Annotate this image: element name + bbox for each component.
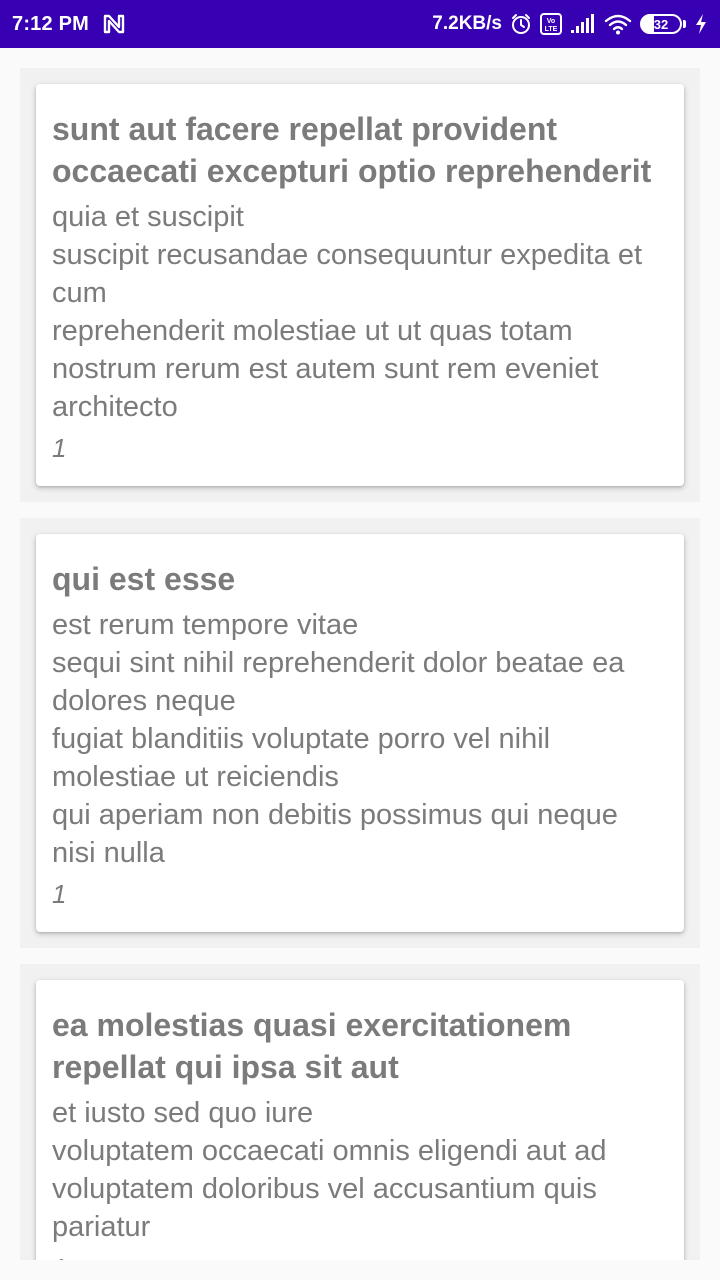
- post-card[interactable]: qui est esse est rerum tempore vitae seq…: [36, 534, 684, 932]
- app-notification-n-icon: [103, 14, 125, 34]
- status-bar: 7:12 PM 7.2KB/s Vo LTE 32: [0, 0, 720, 48]
- post-body: quia et suscipit suscipit recusandae con…: [52, 201, 643, 423]
- list-item[interactable]: sunt aut facere repellat provident occae…: [20, 68, 700, 502]
- alarm-icon: [510, 13, 532, 35]
- volte-icon: Vo LTE: [540, 13, 562, 35]
- charging-icon: [694, 13, 708, 35]
- battery-level: 32: [640, 14, 682, 34]
- wifi-icon: [604, 13, 632, 35]
- svg-text:Vo: Vo: [547, 18, 555, 25]
- post-title: qui est esse: [52, 561, 236, 597]
- post-body: et iusto sed quo iure voluptatem occaeca…: [52, 1097, 607, 1243]
- bottom-edge: [0, 1260, 720, 1280]
- list-item[interactable]: ea molestias quasi exercitationem repell…: [20, 964, 700, 1260]
- post-card[interactable]: ea molestias quasi exercitationem repell…: [36, 980, 684, 1260]
- post-body: est rerum tempore vitae sequi sint nihil…: [52, 609, 625, 869]
- network-speed: 7.2KB/s: [432, 13, 502, 34]
- svg-text:LTE: LTE: [545, 26, 558, 33]
- post-card[interactable]: sunt aut facere repellat provident occae…: [36, 84, 684, 486]
- posts-list[interactable]: sunt aut facere repellat provident occae…: [20, 68, 700, 1260]
- status-time: 7:12 PM: [12, 12, 89, 35]
- post-user-id: 1: [52, 1248, 668, 1260]
- post-title: ea molestias quasi exercitationem repell…: [52, 1007, 572, 1085]
- signal-icon: [570, 14, 596, 34]
- posts-list-container[interactable]: sunt aut facere repellat provident occae…: [0, 48, 720, 1260]
- post-user-id: 1: [52, 879, 67, 909]
- post-user-id: 1: [52, 433, 67, 463]
- list-item[interactable]: qui est esse est rerum tempore vitae seq…: [20, 518, 700, 948]
- battery-icon: 32: [640, 14, 686, 34]
- post-title: sunt aut facere repellat provident occae…: [52, 111, 652, 189]
